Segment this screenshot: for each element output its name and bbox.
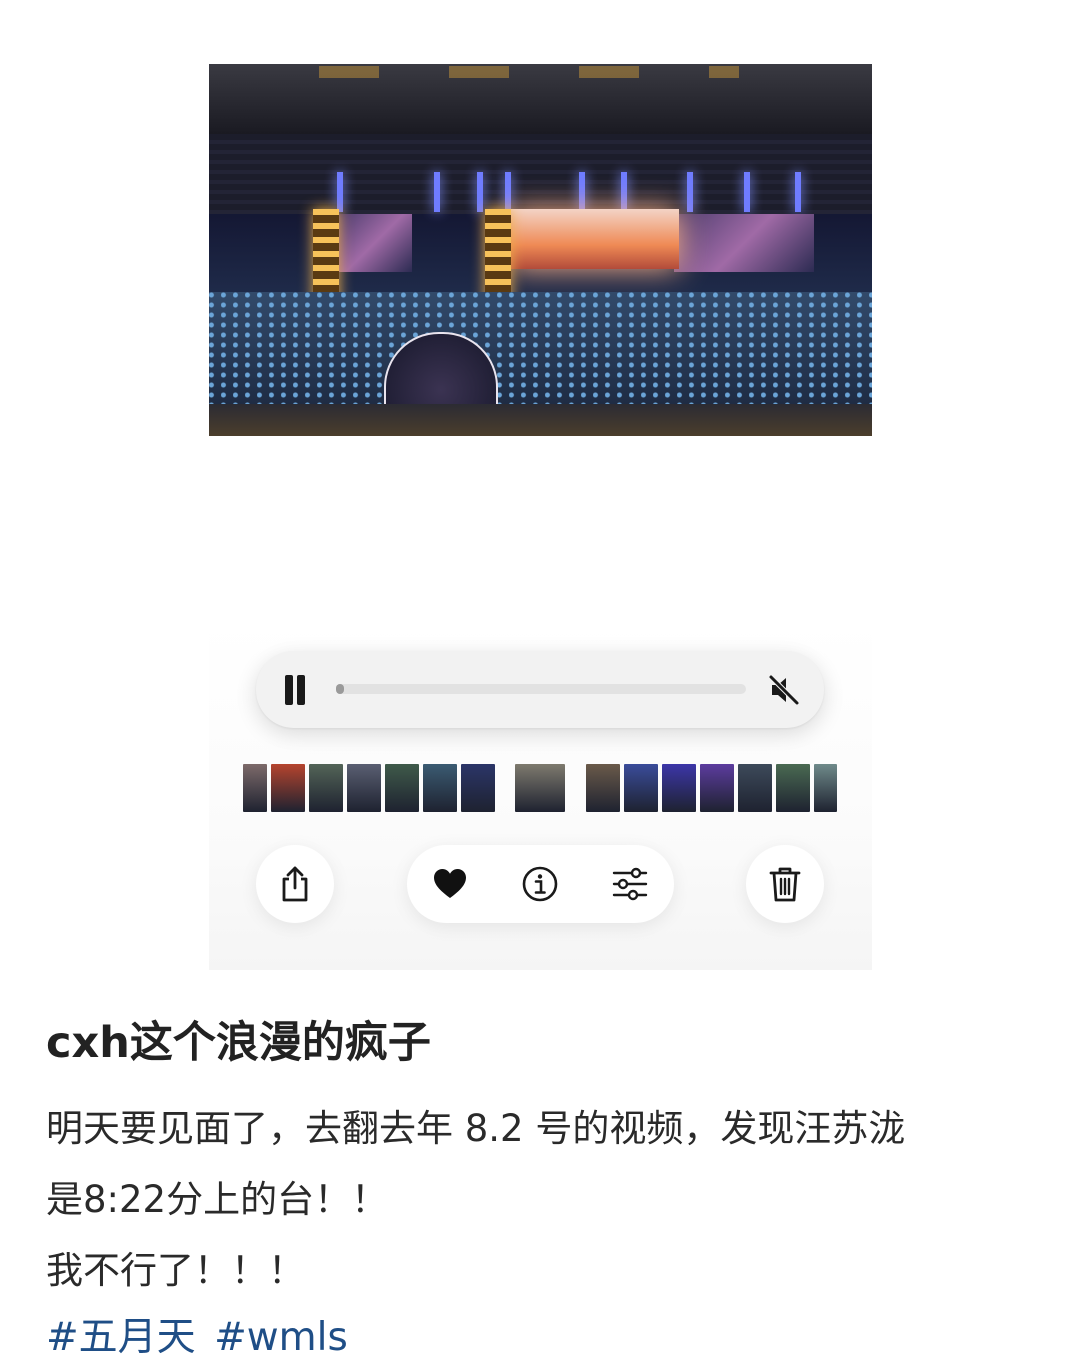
post-line: 我不行了！！！ [46,1249,305,1292]
timeline-thumbnail[interactable] [347,764,381,812]
stage-light [434,172,440,212]
timeline-thumbnail[interactable] [624,764,658,812]
roof-lights [319,66,739,78]
timeline-thumbnail[interactable] [738,764,772,812]
timeline-thumbnail[interactable] [271,764,305,812]
progress-fill [336,684,344,694]
stage-light [579,172,585,212]
timeline-thumbnail[interactable] [243,764,267,812]
stage-light [795,172,801,212]
pause-icon[interactable] [282,675,308,705]
left-led-screen [337,214,412,272]
trash-icon [769,867,801,902]
hashtags: #五月天 #wmls [46,1306,354,1362]
stage-light [621,172,627,212]
timeline-thumbnail[interactable] [515,764,565,812]
action-group [407,845,674,923]
timeline-thumbnail[interactable] [461,764,495,812]
speaker-muted-icon[interactable] [766,672,802,708]
stage-light [477,172,483,212]
share-button[interactable] [256,845,334,923]
timeline-thumbnail[interactable] [700,764,734,812]
stage-light [337,172,343,212]
main-stage [509,209,679,269]
share-icon [282,866,308,902]
progress-bar[interactable] [336,684,746,694]
stage-light [687,172,693,212]
post-line: 是8:22分上的台！！ [46,1178,389,1221]
timeline-thumbnail[interactable] [776,764,810,812]
stage-light [744,172,750,212]
sliders-icon[interactable] [612,867,648,901]
timeline-thumbnail[interactable] [309,764,343,812]
delete-button[interactable] [746,845,824,923]
timeline-thumbnail[interactable] [662,764,696,812]
timeline-thumbnail[interactable] [423,764,457,812]
timeline-thumbnail[interactable] [586,764,620,812]
timeline-thumbnail[interactable] [385,764,419,812]
timeline-thumbnails[interactable] [243,764,837,812]
right-led-screen [674,214,814,272]
floor [209,404,872,436]
video-frame[interactable] [209,64,872,436]
heart-icon[interactable] [433,868,467,900]
post-line: 明天要见面了，去翻去年 8.2 号的视频，发现汪苏泷 [46,1107,906,1150]
info-icon[interactable] [522,866,558,902]
stage-light [505,172,511,212]
stadium-stands [209,134,872,214]
timeline-thumbnail[interactable] [814,764,837,812]
post-title: cxh这个浪漫的疯子 [46,1018,431,1068]
hashtag-link[interactable]: #wmls [214,1315,348,1360]
post-body: 明天要见面了，去翻去年 8.2 号的视频，发现汪苏泷 是8:22分上的台！！ 我… [46,1093,1046,1306]
playback-controls [256,651,824,728]
hashtag-link[interactable]: #五月天 [46,1315,196,1360]
